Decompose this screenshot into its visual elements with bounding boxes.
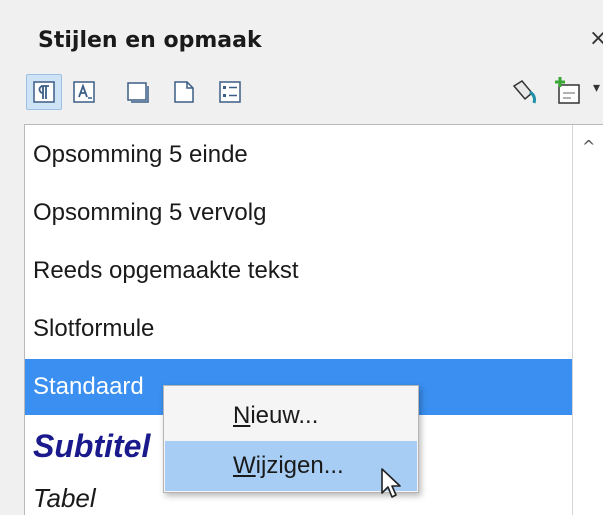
list-item[interactable]: Opsomming 5 einde xyxy=(25,127,572,183)
menu-item-new[interactable]: Nieuw... xyxy=(165,391,417,441)
list-styles-icon xyxy=(218,80,242,104)
frame-styles-icon xyxy=(126,80,150,104)
paragraph-styles-icon xyxy=(27,75,61,109)
paragraph-styles-button[interactable] xyxy=(26,74,62,110)
scroll-up-icon[interactable]: ^ xyxy=(582,137,595,156)
fill-format-mode-button[interactable] xyxy=(510,78,540,106)
list-styles-button[interactable] xyxy=(218,80,242,104)
fill-format-mode-icon xyxy=(510,78,540,106)
list-item[interactable]: Reeds opgemaakte tekst xyxy=(25,243,572,299)
list-item[interactable]: Opsomming 5 vervolg xyxy=(25,185,572,241)
new-style-from-selection-icon xyxy=(553,76,585,106)
mouse-cursor-icon xyxy=(380,467,404,505)
character-styles-icon xyxy=(72,80,96,104)
list-item[interactable]: Slotformule xyxy=(25,301,572,357)
page-styles-button[interactable] xyxy=(172,80,196,104)
new-style-from-selection-button[interactable] xyxy=(553,76,585,106)
styles-panel: Stijlen en opmaak × ▾ ^ Opsomming 5 eind… xyxy=(0,0,603,515)
vertical-scrollbar[interactable] xyxy=(572,125,603,515)
chevron-down-icon[interactable]: ▾ xyxy=(593,80,600,96)
frame-styles-button[interactable] xyxy=(126,80,150,104)
panel-title: Stijlen en opmaak xyxy=(38,28,262,53)
page-styles-icon xyxy=(172,80,196,104)
character-styles-button[interactable] xyxy=(72,80,96,104)
close-icon[interactable]: × xyxy=(589,26,603,51)
